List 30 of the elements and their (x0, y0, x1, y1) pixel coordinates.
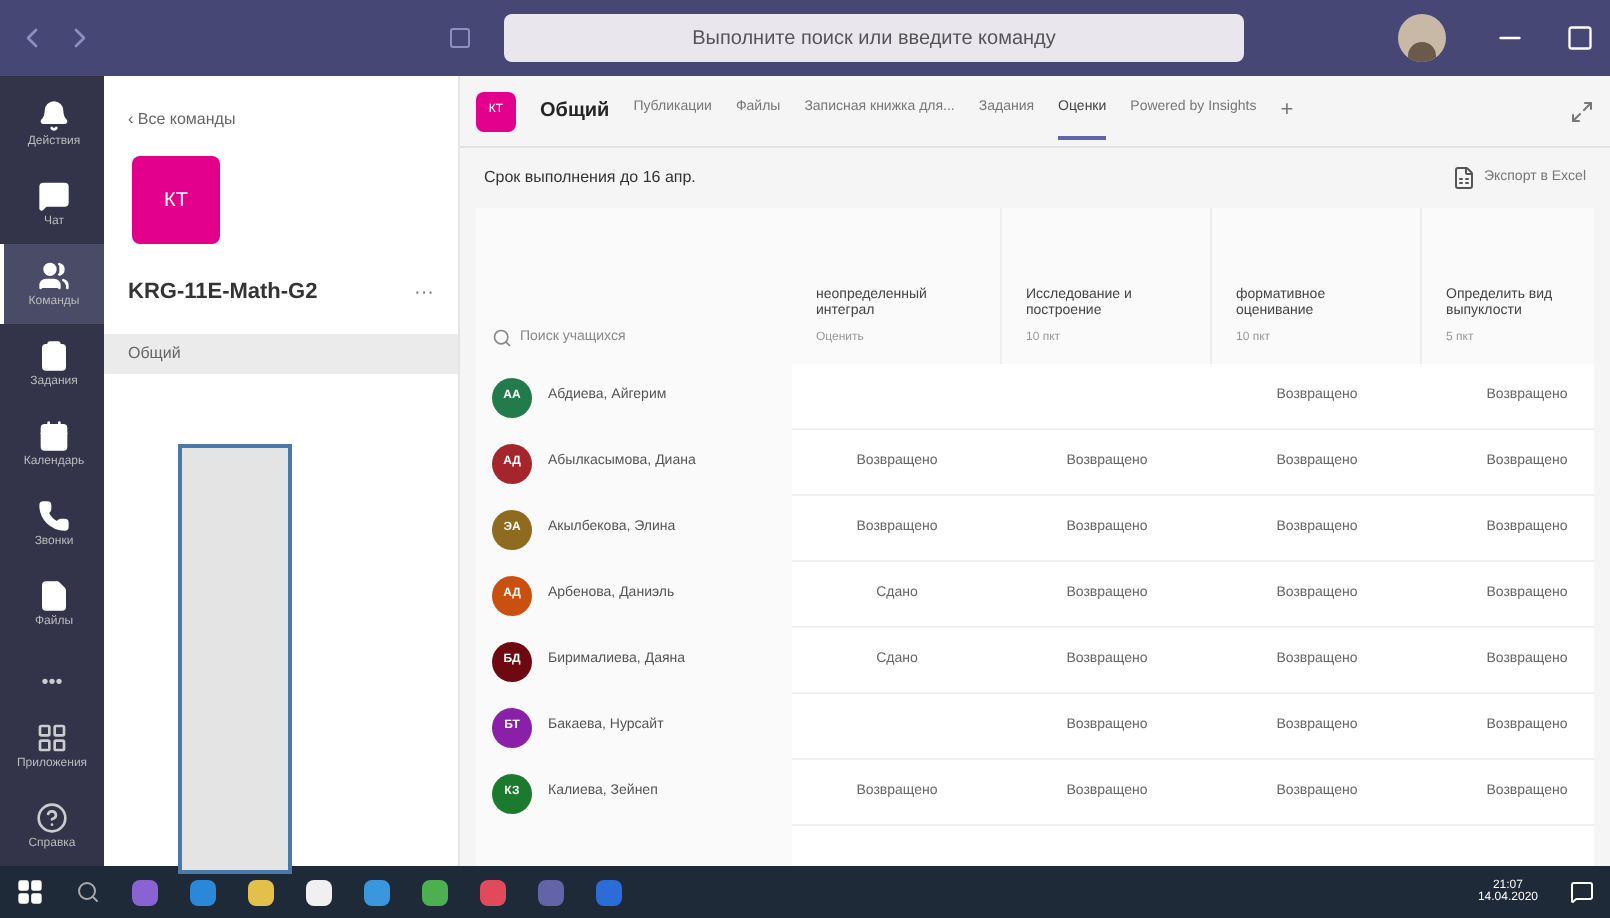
search-icon (492, 327, 512, 348)
clipboard-icon (38, 340, 70, 372)
taskbar-app-icon[interactable] (248, 879, 274, 905)
file-icon (38, 580, 70, 612)
back-link[interactable]: ‹ Все команды (104, 76, 458, 132)
phone-icon (38, 500, 70, 532)
grid-icon (36, 722, 68, 754)
channel-title: Общий (540, 98, 610, 126)
expand-icon[interactable] (1570, 99, 1594, 123)
taskbar-app-icon[interactable] (306, 879, 332, 905)
add-tab[interactable]: + (1280, 94, 1294, 128)
avatar[interactable] (1398, 14, 1446, 62)
team-avatar: КТ (132, 156, 220, 244)
maximize-icon[interactable] (1566, 24, 1594, 52)
taskbar-app-icon[interactable] (422, 879, 448, 905)
due-date: Срок выполнения до 16 апр. (484, 166, 696, 190)
bell-icon (38, 100, 70, 132)
notification-icon[interactable] (1570, 880, 1594, 904)
people-icon (38, 260, 70, 292)
spreadsheet-icon (1451, 166, 1476, 190)
channel-item[interactable]: Общий (104, 333, 458, 373)
start-icon[interactable] (16, 878, 44, 906)
search-icon[interactable] (76, 880, 100, 904)
more-apps[interactable]: ••• (41, 668, 63, 698)
help-icon (36, 802, 68, 834)
search-field[interactable]: Выполните поиск или введите команду (504, 14, 1244, 62)
calendar-icon (38, 420, 70, 452)
more-options[interactable]: ··· (414, 277, 434, 308)
chat-icon (38, 180, 70, 212)
team-name: KRG-11E-Math-G2 (128, 278, 318, 308)
